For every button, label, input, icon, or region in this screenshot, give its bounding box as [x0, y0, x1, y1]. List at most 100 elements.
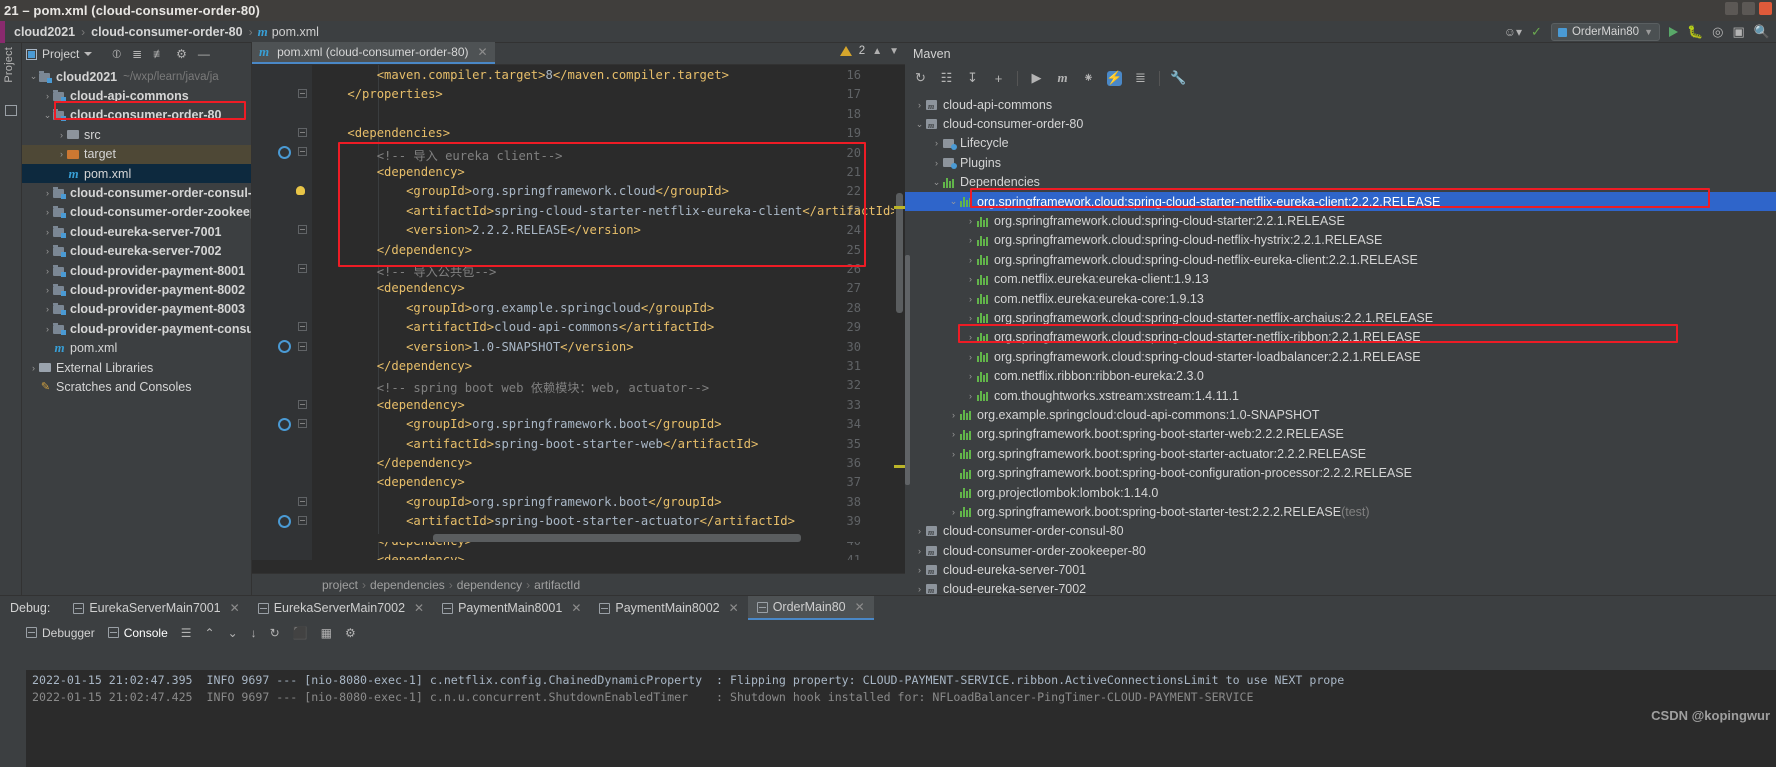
gear-icon[interactable]: ⚙ — [176, 47, 187, 61]
maven-tree-item[interactable]: › org.springframework.cloud:spring-cloud-… — [905, 211, 1776, 230]
editor-breadcrumb-item[interactable]: dependencies — [370, 578, 445, 592]
console-output[interactable]: 2022-01-15 21:02:47.395 INFO 9697 --- [n… — [26, 670, 1776, 767]
scrollbar-thumb[interactable] — [896, 193, 903, 313]
fold-marker[interactable] — [298, 89, 307, 98]
editor-gutter[interactable] — [252, 65, 312, 560]
chevron-right-icon[interactable]: › — [913, 546, 926, 556]
code-line[interactable]: <artifactId>spring-boot-starter-actuator… — [318, 514, 795, 528]
code-line[interactable]: <!-- 导入公共包--> — [318, 262, 497, 280]
debug-session-tab[interactable]: OrderMain80 ✕ — [747, 596, 874, 620]
close-icon[interactable]: ✕ — [226, 601, 240, 615]
code-line[interactable]: <groupId>org.springframework.cloud</grou… — [318, 184, 729, 198]
maven-reimport-icon[interactable] — [278, 146, 291, 159]
maven-tree-item[interactable]: ⌄ m cloud-consumer-order-80 — [905, 114, 1776, 133]
code-line[interactable]: <!-- spring boot web 依赖模块：web, actuator-… — [318, 378, 709, 396]
maven-tree-item[interactable]: ⌄ Dependencies — [905, 173, 1776, 192]
run-icon[interactable] — [1668, 27, 1678, 37]
chevron-right-icon[interactable]: › — [947, 429, 960, 439]
maven-tree-item[interactable]: › Lifecycle — [905, 134, 1776, 153]
maven-reimport-icon[interactable] — [278, 515, 291, 528]
debug-view-debugger[interactable]: Debugger — [26, 626, 95, 640]
project-tree-item[interactable]: m pom.xml — [22, 338, 251, 357]
project-tree-item[interactable]: ⌄ cloud2021 ~/wxp/learn/java/ja — [22, 67, 251, 86]
editor-breadcrumb[interactable]: project › dependencies › dependency › artifact… — [252, 573, 905, 595]
maven-tree-item[interactable]: › org.springframework.cloud:spring-cloud-… — [905, 308, 1776, 327]
debug-session-tab[interactable]: PaymentMain8002 ✕ — [590, 596, 747, 620]
add-module-icon[interactable]: ☷ — [939, 70, 954, 86]
chevron-down-icon[interactable]: ⌄ — [913, 119, 926, 130]
code-line[interactable]: </dependency> — [318, 243, 472, 257]
project-tree-item[interactable]: › target — [22, 144, 251, 164]
chevron-right-icon[interactable]: › — [913, 565, 926, 575]
maven-tree-item[interactable]: › org.springframework.boot:spring-boot-st… — [905, 425, 1776, 444]
fold-marker[interactable] — [298, 264, 307, 273]
scrollbar-thumb[interactable] — [433, 534, 801, 542]
code-line[interactable]: <!-- 导入 eureka client--> — [318, 146, 563, 164]
chevron-right-icon[interactable]: › — [42, 91, 53, 101]
chevron-right-icon[interactable]: › — [28, 363, 39, 373]
chevron-right-icon[interactable]: › — [964, 255, 977, 265]
code-line[interactable]: <groupId>org.example.springcloud</groupI… — [318, 301, 714, 315]
code-line[interactable]: <dependency> — [318, 553, 465, 560]
chevron-up-icon[interactable]: ▲ — [872, 46, 882, 57]
chevron-down-icon[interactable]: ⌄ — [930, 177, 943, 188]
run-configuration-selector[interactable]: OrderMain80 ▼ — [1550, 23, 1660, 41]
fold-marker[interactable] — [298, 497, 307, 506]
fold-marker[interactable] — [298, 128, 307, 137]
debug-subtoolbar[interactable]: Debugger Console ☰ ⌃ ⌄ ↓ ↻ ⬛ ▦ ⚙ — [0, 620, 1776, 645]
maven-tree-item[interactable]: org.projectlombok:lombok:1.14.0 — [905, 483, 1776, 502]
project-tree-item[interactable]: › cloud-api-commons — [22, 86, 251, 105]
chevron-right-icon[interactable]: › — [964, 371, 977, 381]
down2-icon[interactable]: ↓ — [251, 626, 257, 640]
maven-tree-item[interactable]: › m cloud-consumer-order-zookeeper-80 — [905, 541, 1776, 560]
debug-session-tabs[interactable]: Debug: EurekaServerMain7001 ✕ EurekaServer… — [0, 596, 1776, 620]
chevron-right-icon[interactable]: › — [930, 158, 943, 168]
chevron-right-icon[interactable]: › — [42, 304, 53, 314]
close-icon[interactable]: ✕ — [474, 45, 488, 59]
breadcrumb-file[interactable]: pom.xml — [271, 25, 320, 39]
maven-reimport-icon[interactable] — [278, 340, 291, 353]
maximize-button[interactable] — [1742, 2, 1755, 15]
settings-icon[interactable]: 🔧 — [1170, 70, 1186, 86]
project-tree-item[interactable]: m pom.xml — [22, 163, 251, 184]
close-icon[interactable]: ✕ — [851, 600, 865, 614]
run-icon[interactable]: ▶ — [1029, 70, 1044, 86]
project-tree-item[interactable]: ✎ Scratches and Consoles — [22, 377, 251, 396]
chevron-down-icon[interactable]: ⌄ — [947, 196, 960, 207]
code-line[interactable]: <dependency> — [318, 281, 465, 295]
breadcrumb-module[interactable]: cloud-consumer-order-80 — [90, 25, 243, 39]
code-line[interactable]: <dependency> — [318, 398, 465, 412]
maven-tree-item[interactable]: org.springframework.boot:spring-boot-con… — [905, 463, 1776, 482]
code-line[interactable]: <dependency> — [318, 475, 465, 489]
code-line[interactable]: <groupId>org.springframework.boot</group… — [318, 495, 722, 509]
chevron-right-icon[interactable]: › — [947, 449, 960, 459]
chevron-right-icon[interactable]: › — [42, 266, 53, 276]
chevron-right-icon[interactable]: › — [42, 227, 53, 237]
debug-view-console[interactable]: Console — [107, 626, 168, 640]
down-icon[interactable]: ⌄ — [228, 626, 238, 640]
project-tree-item[interactable]: › cloud-consumer-order-consul-80 — [22, 183, 251, 202]
code-line[interactable]: <artifactId>spring-boot-starter-web</art… — [318, 437, 758, 451]
editor-horizontal-scrollbar[interactable] — [318, 534, 893, 542]
project-tree-item[interactable]: › cloud-consumer-order-zookeeper-80 — [22, 203, 251, 222]
chevron-right-icon[interactable]: › — [964, 391, 977, 401]
window-controls[interactable] — [1725, 2, 1772, 15]
maven-tree-item[interactable]: › com.netflix.eureka:eureka-core:1.9.13 — [905, 289, 1776, 308]
maven-tree-item[interactable]: ⌄ org.springframework.cloud:spring-cloud-… — [905, 191, 1776, 212]
download-sources-icon[interactable]: ↧ — [965, 70, 980, 86]
chevron-right-icon[interactable]: › — [930, 138, 943, 148]
code-line[interactable]: <maven.compiler.target>8</maven.compiler… — [318, 68, 729, 82]
chevron-right-icon[interactable]: › — [913, 584, 926, 594]
chevron-right-icon[interactable]: › — [42, 285, 53, 295]
search-icon[interactable]: 🔍 — [1754, 24, 1770, 40]
locate-icon[interactable]: ⦶ — [112, 47, 121, 62]
maven-goal-icon[interactable]: m — [1055, 70, 1070, 86]
project-tree-item[interactable]: › cloud-provider-payment-8003 — [22, 300, 251, 319]
expand-collapse-icon[interactable]: ≣ — [1133, 70, 1148, 86]
chevron-right-icon[interactable]: › — [947, 410, 960, 420]
code-editor[interactable]: 16 <maven.compiler.target>8</maven.compi… — [252, 65, 905, 560]
collapse-all-icon[interactable]: ≢ — [153, 47, 165, 61]
maven-tree-item[interactable]: › org.springframework.cloud:spring-cloud-… — [905, 231, 1776, 250]
inspection-widget[interactable]: 2 ▲ ▼ — [839, 45, 899, 57]
project-tree-item[interactable]: ⌄ cloud-consumer-order-80 — [22, 106, 251, 125]
